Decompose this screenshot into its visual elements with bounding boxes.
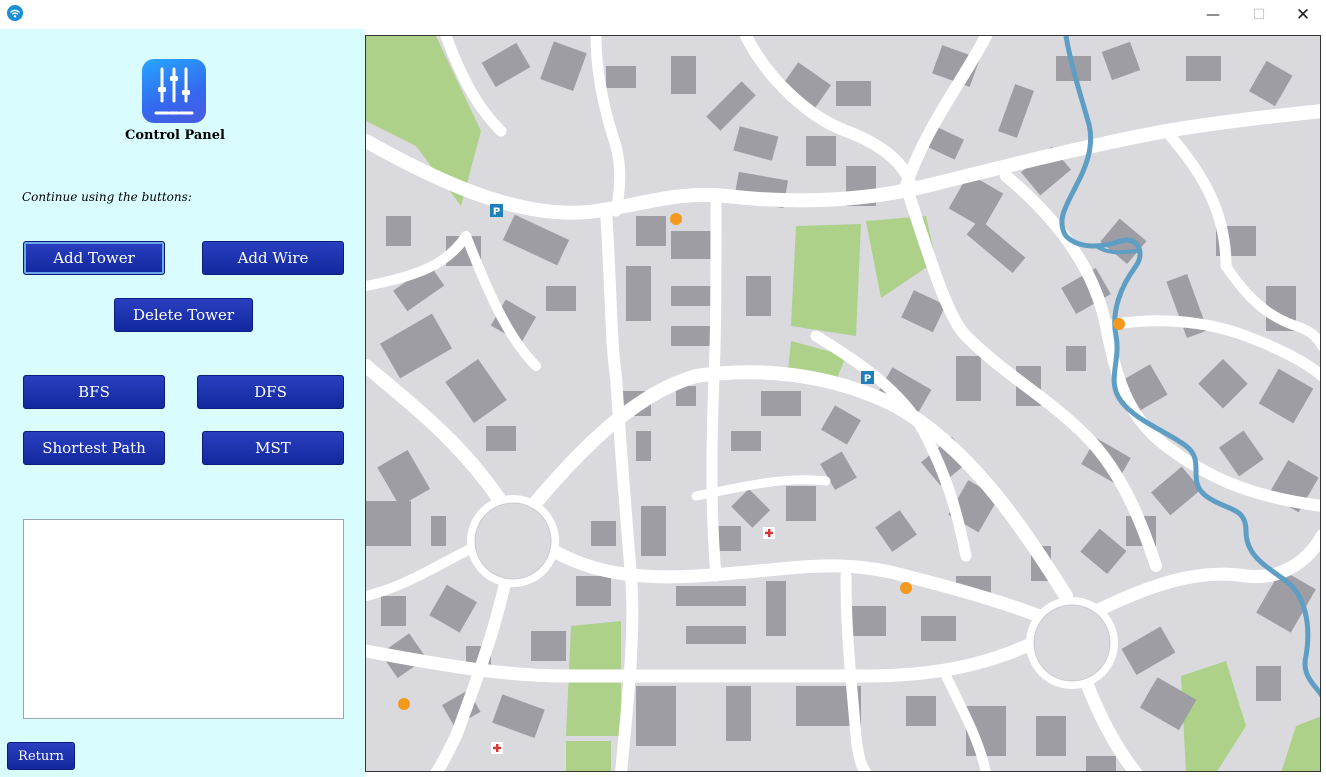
building (606, 66, 636, 88)
return-button[interactable]: Return (7, 742, 75, 770)
building (716, 526, 741, 551)
building (626, 266, 651, 321)
building (746, 276, 771, 316)
mst-button[interactable]: MST (202, 431, 344, 465)
delete-tower-button[interactable]: Delete Tower (114, 298, 253, 332)
title-bar: — ☐ ✕ (0, 0, 1326, 29)
app-wifi-icon (7, 5, 23, 21)
building (786, 486, 816, 521)
panel-title: Control Panel (125, 128, 225, 143)
building (731, 431, 761, 451)
building (671, 326, 716, 346)
orange-dot-icon[interactable] (670, 213, 682, 225)
cross-icon (491, 742, 503, 754)
building (576, 576, 611, 606)
dfs-button[interactable]: DFS (197, 375, 344, 409)
sliders-icon (142, 59, 206, 123)
building (806, 136, 836, 166)
city-map: P P (366, 36, 1320, 771)
add-wire-button[interactable]: Add Wire (202, 241, 344, 275)
building (956, 356, 981, 401)
building (636, 686, 676, 746)
orange-dot-icon[interactable] (398, 698, 410, 710)
close-icon: ✕ (1295, 4, 1311, 25)
building (726, 686, 751, 741)
park-area (566, 741, 611, 771)
orange-dot-icon[interactable] (1113, 318, 1125, 330)
building (836, 81, 871, 106)
building (591, 521, 616, 546)
building (1036, 716, 1066, 756)
svg-text:P: P (493, 207, 500, 218)
building (906, 696, 936, 726)
maximize-button[interactable]: ☐ (1236, 0, 1282, 29)
building (766, 581, 786, 636)
building (921, 616, 956, 641)
building (531, 631, 566, 661)
minimize-button[interactable]: — (1190, 0, 1236, 29)
building (1256, 666, 1281, 701)
maximize-icon: ☐ (1252, 6, 1266, 23)
close-button[interactable]: ✕ (1280, 0, 1326, 29)
building (431, 516, 446, 546)
building (676, 586, 746, 606)
building (671, 231, 716, 259)
svg-text:P: P (864, 374, 871, 385)
city-map-canvas[interactable]: P P (365, 35, 1321, 772)
building (641, 506, 666, 556)
instruction-text: Continue using the buttons: (22, 190, 192, 204)
shortest-path-button[interactable]: Shortest Path (23, 431, 165, 465)
roundabout-center (474, 502, 552, 580)
output-text-area[interactable] (23, 519, 344, 719)
building (761, 391, 801, 416)
add-tower-button[interactable]: Add Tower (23, 241, 165, 275)
building (486, 426, 516, 451)
building (1186, 56, 1221, 81)
park-area (791, 224, 861, 336)
control-panel: Control Panel Continue using the buttons… (0, 29, 365, 777)
parking-icon: P (861, 371, 874, 385)
cross-icon (763, 527, 775, 539)
building (366, 501, 411, 546)
building (1086, 756, 1116, 771)
building (636, 431, 651, 461)
building (546, 286, 576, 311)
building (671, 56, 696, 94)
building (686, 626, 746, 644)
orange-dot-icon[interactable] (900, 582, 912, 594)
bfs-button[interactable]: BFS (23, 375, 165, 409)
roundabout-center (1033, 604, 1111, 682)
building (1066, 346, 1086, 371)
building (381, 596, 406, 626)
building (636, 216, 666, 246)
minimize-icon: — (1206, 6, 1220, 23)
parking-icon: P (490, 204, 503, 218)
building (386, 216, 411, 246)
